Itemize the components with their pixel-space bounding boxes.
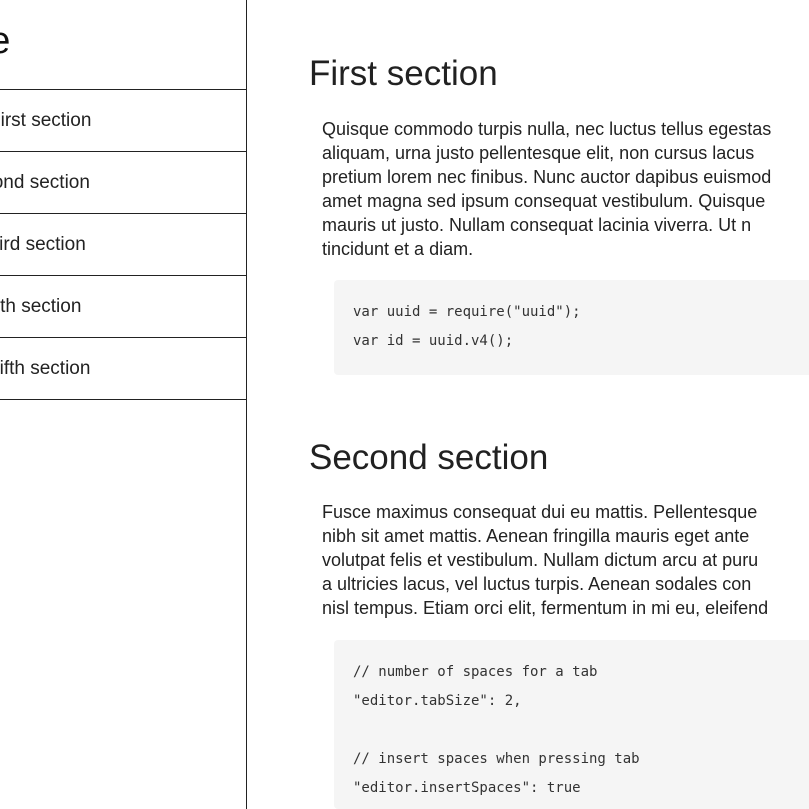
paragraph-line: amet magna sed ipsum consequat vestibulu…: [322, 191, 766, 211]
paragraph-line: nibh sit amet mattis. Aenean fringilla m…: [322, 526, 750, 546]
paragraph-line: tincidunt et a diam.: [322, 239, 474, 259]
code-line: var id = uuid.v4();: [353, 333, 514, 349]
code-line: var uuid = require("uuid");: [353, 304, 581, 320]
sidebar-item-label: Second section: [0, 172, 90, 193]
paragraph-line: Fusce maximus consequat dui eu mattis. P…: [322, 502, 758, 522]
sidebar: Title First section Second section Third…: [0, 0, 247, 809]
paragraph-line: mauris ut justo. Nullam consequat lacini…: [322, 215, 752, 235]
paragraph-line: Quisque commodo turpis nulla, nec luctus…: [322, 119, 772, 139]
paragraph-line: volutpat felis et vestibulum. Nullam dic…: [322, 550, 759, 570]
sidebar-nav-list: First section Second section Third secti…: [0, 89, 246, 400]
sidebar-item-third-section[interactable]: Third section: [0, 214, 246, 276]
paragraph-line: aliquam, urna justo pellentesque elit, n…: [322, 143, 755, 163]
sidebar-item-second-section[interactable]: Second section: [0, 152, 246, 214]
paragraph-line: pretium lorem nec finibus. Nunc auctor d…: [322, 167, 772, 187]
code-block: var uuid = require("uuid"); var id = uui…: [334, 280, 809, 375]
section-title: First section: [309, 54, 498, 93]
sidebar-title: Title: [0, 16, 240, 66]
section-paragraph: Quisque commodo turpis nulla, nec luctus…: [322, 117, 809, 261]
code-line: // number of spaces for a tab: [353, 664, 598, 680]
sidebar-item-label: Fifth section: [0, 358, 91, 379]
section-title: Second section: [309, 438, 549, 477]
code-block: // number of spaces for a tab "editor.ta…: [334, 640, 809, 809]
sidebar-item-fifth-section[interactable]: Fifth section: [0, 338, 246, 400]
sidebar-item-fourth-section[interactable]: Fourth section: [0, 276, 246, 338]
sidebar-item-label: Fourth section: [0, 296, 82, 317]
sidebar-item-label: First section: [0, 110, 92, 131]
documentation-page: Title First section Second section Third…: [0, 0, 809, 809]
code-line: // insert spaces when pressing tab: [353, 751, 640, 767]
code-line: "editor.insertSpaces": true: [353, 780, 581, 796]
sidebar-item-label: Third section: [0, 234, 86, 255]
section-paragraph: Fusce maximus consequat dui eu mattis. P…: [322, 500, 809, 620]
code-line: "editor.tabSize": 2,: [353, 693, 522, 709]
sidebar-item-first-section[interactable]: First section: [0, 90, 246, 152]
paragraph-line: nisl tempus. Etiam orci elit, fermentum …: [322, 598, 769, 618]
paragraph-line: a ultricies lacus, vel luctus turpis. Ae…: [322, 574, 752, 594]
main-content: First section Quisque commodo turpis nul…: [248, 0, 809, 809]
